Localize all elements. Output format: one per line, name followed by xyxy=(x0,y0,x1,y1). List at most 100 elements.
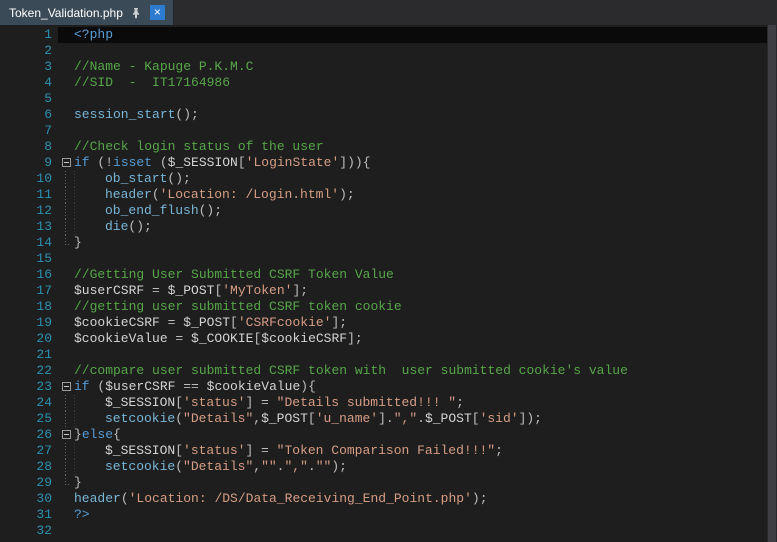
pin-icon[interactable] xyxy=(130,6,143,19)
code-line[interactable]: 20 $cookieValue = $_COOKIE[$cookieCSRF]; xyxy=(0,331,767,347)
code-text[interactable] xyxy=(74,91,767,107)
line-number[interactable]: 5 xyxy=(0,91,58,107)
code-line[interactable]: 2 xyxy=(0,43,767,59)
line-number[interactable]: 20 xyxy=(0,331,58,347)
code-line[interactable]: 11 header('Location: /Login.html'); xyxy=(0,187,767,203)
line-number[interactable]: 7 xyxy=(0,123,58,139)
code-text[interactable]: ?> xyxy=(74,507,767,523)
line-number[interactable]: 23 xyxy=(0,379,58,395)
code-line[interactable]: 12 ob_end_flush(); xyxy=(0,203,767,219)
code-text[interactable]: <?php xyxy=(74,27,767,43)
line-number[interactable]: 10 xyxy=(0,171,58,187)
fold-toggle-icon[interactable] xyxy=(61,158,71,167)
code-text[interactable] xyxy=(74,347,767,363)
fold-toggle-icon[interactable] xyxy=(61,382,71,391)
fold-margin[interactable] xyxy=(58,427,74,443)
code-line[interactable]: 22 //compare user submitted CSRF token wi… xyxy=(0,363,767,379)
line-number[interactable]: 1 xyxy=(0,27,58,43)
code-text[interactable]: setcookie("Details","".",".""); xyxy=(74,459,767,475)
line-number[interactable]: 30 xyxy=(0,491,58,507)
code-text[interactable]: die(); xyxy=(74,219,767,235)
line-number[interactable]: 18 xyxy=(0,299,58,315)
line-number[interactable]: 4 xyxy=(0,75,58,91)
code-line[interactable]: 17 $userCSRF = $_POST['MyToken']; xyxy=(0,283,767,299)
code-text[interactable]: setcookie("Details",$_POST['u_name'].","… xyxy=(74,411,767,427)
code-line[interactable]: 15 xyxy=(0,251,767,267)
code-line[interactable]: 16 //Getting User Submitted CSRF Token Va… xyxy=(0,267,767,283)
code-line[interactable]: 19 $cookieCSRF = $_POST['CSRFcookie']; xyxy=(0,315,767,331)
vertical-scrollbar[interactable] xyxy=(767,25,777,542)
code-text[interactable]: ob_start(); xyxy=(74,171,767,187)
code-text[interactable]: if ($userCSRF == $cookieValue){ xyxy=(74,379,767,395)
fold-toggle-icon[interactable] xyxy=(61,430,71,439)
code-text[interactable]: session_start(); xyxy=(74,107,767,123)
line-number[interactable]: 32 xyxy=(0,523,58,539)
code-text[interactable]: $userCSRF = $_POST['MyToken']; xyxy=(74,283,767,299)
code-line[interactable]: 14} xyxy=(0,235,767,251)
code-text[interactable]: }else{ xyxy=(74,427,767,443)
code-text[interactable]: $_SESSION['status'] = "Details submitted… xyxy=(74,395,767,411)
code-line[interactable]: 23 if ($userCSRF == $cookieValue){ xyxy=(0,379,767,395)
code-line[interactable]: 30 header('Location: /DS/Data_Receiving_E… xyxy=(0,491,767,507)
line-number[interactable]: 21 xyxy=(0,347,58,363)
line-number[interactable]: 27 xyxy=(0,443,58,459)
code-line[interactable]: 31 ?> xyxy=(0,507,767,523)
line-number[interactable]: 9 xyxy=(0,155,58,171)
code-line[interactable]: 18 //getting user submitted CSRF token co… xyxy=(0,299,767,315)
code-text[interactable]: $cookieValue = $_COOKIE[$cookieCSRF]; xyxy=(74,331,767,347)
line-number[interactable]: 6 xyxy=(0,107,58,123)
fold-margin[interactable] xyxy=(58,155,74,171)
line-number[interactable]: 13 xyxy=(0,219,58,235)
code-text[interactable]: //Check login status of the user xyxy=(74,139,767,155)
line-number[interactable]: 28 xyxy=(0,459,58,475)
fold-margin[interactable] xyxy=(58,379,74,395)
line-number[interactable]: 11 xyxy=(0,187,58,203)
code-text[interactable]: //Name - Kapuge P.K.M.C xyxy=(74,59,767,75)
code-line[interactable]: 3 //Name - Kapuge P.K.M.C xyxy=(0,59,767,75)
scrollbar-thumb[interactable] xyxy=(768,25,776,542)
code-line[interactable]: 8 //Check login status of the user xyxy=(0,139,767,155)
code-text[interactable]: //Getting User Submitted CSRF Token Valu… xyxy=(74,267,767,283)
code-line[interactable]: 9 if (!isset ($_SESSION['LoginState'])){ xyxy=(0,155,767,171)
code-text[interactable]: //compare user submitted CSRF token with… xyxy=(74,363,767,379)
code-line[interactable]: 21 xyxy=(0,347,767,363)
code-line[interactable]: 5 xyxy=(0,91,767,107)
line-number[interactable]: 31 xyxy=(0,507,58,523)
code-line[interactable]: 4 //SID - IT17164986 xyxy=(0,75,767,91)
code-text[interactable]: $cookieCSRF = $_POST['CSRFcookie']; xyxy=(74,315,767,331)
line-number[interactable]: 15 xyxy=(0,251,58,267)
code-text[interactable]: } xyxy=(74,235,767,251)
line-number[interactable]: 8 xyxy=(0,139,58,155)
code-line[interactable]: 13 die(); xyxy=(0,219,767,235)
code-text[interactable]: if (!isset ($_SESSION['LoginState'])){ xyxy=(74,155,767,171)
line-number[interactable]: 17 xyxy=(0,283,58,299)
code-line[interactable]: 28 setcookie("Details","".",".""); xyxy=(0,459,767,475)
code-line[interactable]: 10 ob_start(); xyxy=(0,171,767,187)
line-number[interactable]: 25 xyxy=(0,411,58,427)
line-number[interactable]: 14 xyxy=(0,235,58,251)
line-number[interactable]: 16 xyxy=(0,267,58,283)
line-number[interactable]: 3 xyxy=(0,59,58,75)
code-line[interactable]: 32 xyxy=(0,523,767,539)
code-text[interactable]: } xyxy=(74,475,767,491)
code-text[interactable] xyxy=(74,251,767,267)
code-line[interactable]: 27 $_SESSION['status'] = "Token Compariso… xyxy=(0,443,767,459)
code-text[interactable] xyxy=(74,43,767,59)
code-line[interactable]: 24 $_SESSION['status'] = "Details submitt… xyxy=(0,395,767,411)
code-line[interactable]: 25 setcookie("Details",$_POST['u_name']."… xyxy=(0,411,767,427)
code-text[interactable]: ob_end_flush(); xyxy=(74,203,767,219)
code-line[interactable]: 26 }else{ xyxy=(0,427,767,443)
close-icon[interactable]: × xyxy=(149,5,165,20)
line-number[interactable]: 12 xyxy=(0,203,58,219)
code-text[interactable]: $_SESSION['status'] = "Token Comparison … xyxy=(74,443,767,459)
line-number[interactable]: 19 xyxy=(0,315,58,331)
code-text[interactable]: //getting user submitted CSRF token cook… xyxy=(74,299,767,315)
code-line[interactable]: 6 session_start(); xyxy=(0,107,767,123)
code-line[interactable]: 29} xyxy=(0,475,767,491)
line-number[interactable]: 29 xyxy=(0,475,58,491)
code-line[interactable]: 7 xyxy=(0,123,767,139)
line-number[interactable]: 24 xyxy=(0,395,58,411)
code-text[interactable] xyxy=(74,123,767,139)
code-text[interactable]: //SID - IT17164986 xyxy=(74,75,767,91)
line-number[interactable]: 26 xyxy=(0,427,58,443)
